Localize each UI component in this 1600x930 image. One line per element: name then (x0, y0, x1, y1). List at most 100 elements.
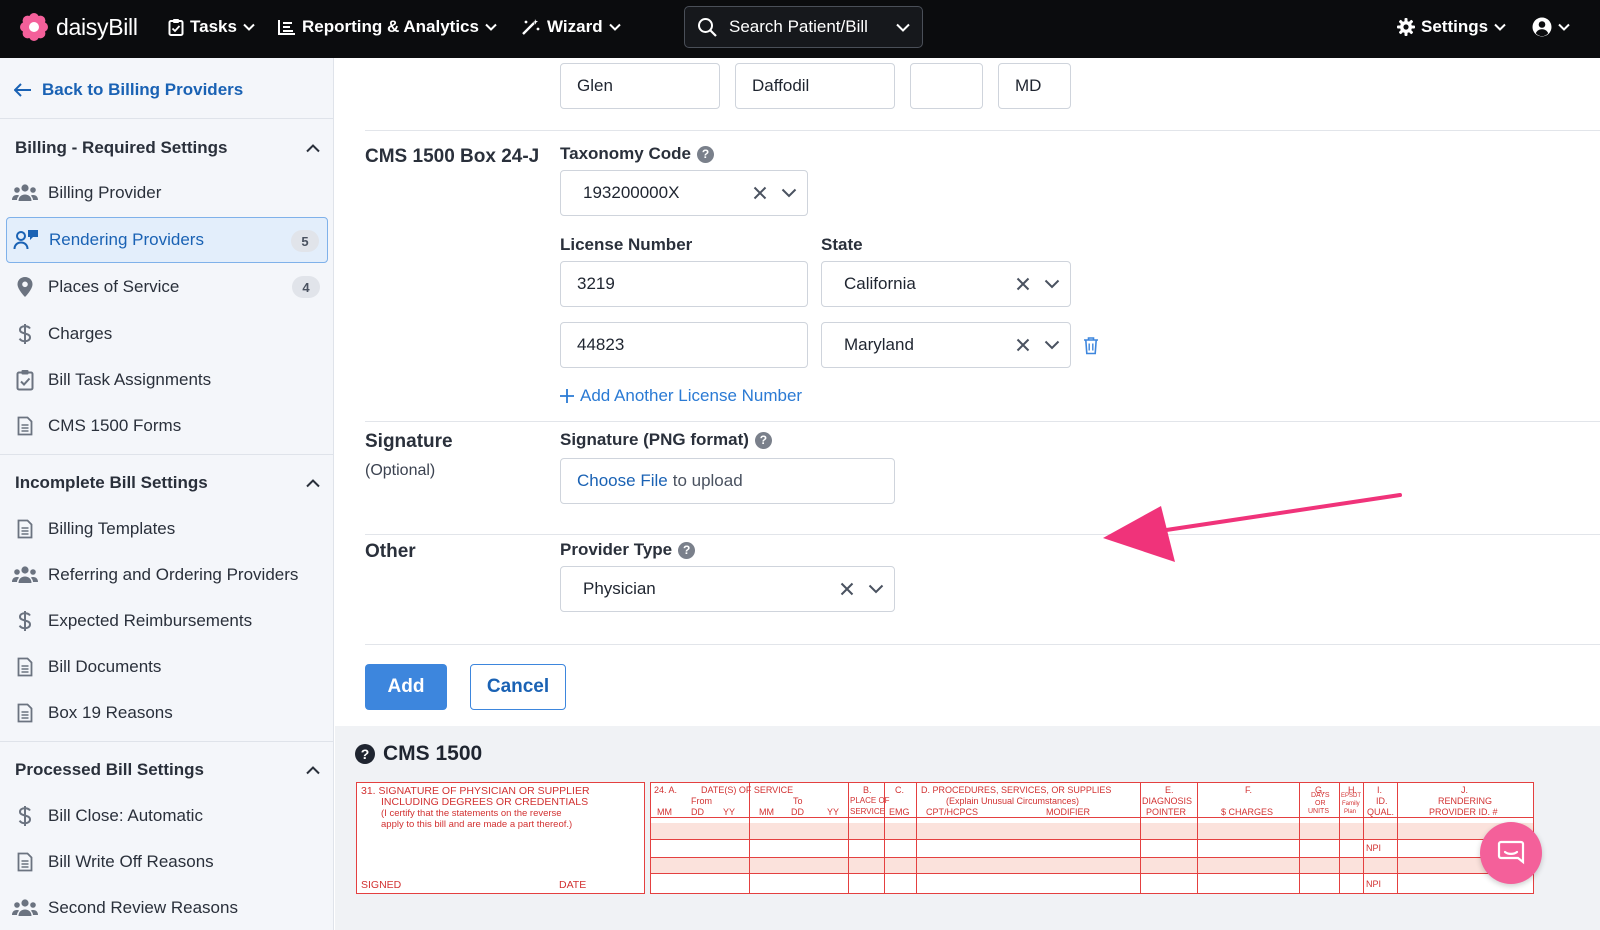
sidebar-item-bill-write-off-reasons[interactable]: Bill Write Off Reasons (6, 839, 328, 885)
chevron-down-icon[interactable] (1044, 340, 1060, 350)
arrow-left-icon (14, 83, 31, 97)
signature-file-upload[interactable]: Choose File to upload (560, 458, 895, 504)
nav-reporting-analytics[interactable]: Reporting & Analytics (278, 17, 497, 37)
search-patient-bill-dropdown[interactable]: Search Patient/Bill (684, 6, 923, 48)
last-name-field[interactable]: Daffodil (735, 63, 895, 109)
clear-icon[interactable] (840, 582, 854, 596)
grid-line (651, 839, 1533, 840)
grid-line (1363, 783, 1364, 893)
sidebar-item-bill-close-automatic[interactable]: Bill Close: Automatic (6, 793, 328, 839)
clear-icon[interactable] (753, 186, 767, 200)
help-icon[interactable]: ? (678, 541, 696, 559)
add-button[interactable]: Add (365, 664, 447, 710)
help-icon[interactable]: ? (355, 744, 375, 764)
search-icon (698, 18, 717, 37)
sidebar-item-expected-reimbursements[interactable]: Expected Reimbursements (6, 598, 328, 644)
sidebar-item-label: Rendering Providers (49, 230, 204, 249)
help-icon[interactable]: ? (696, 145, 714, 163)
add-another-license-link[interactable]: Add Another License Number (560, 386, 802, 406)
grid-line (651, 873, 1533, 874)
sidebar-item-bill-documents[interactable]: Bill Documents (6, 644, 328, 690)
sidebar-item-charges[interactable]: Charges (6, 311, 328, 357)
chevron-down-icon[interactable] (1044, 279, 1060, 289)
col-mm: MM (657, 807, 672, 817)
license-number-value: 44823 (577, 335, 625, 354)
grid-line (1339, 783, 1340, 893)
col-yy: YY (723, 807, 736, 817)
row-shade (651, 823, 1533, 839)
nav-tasks[interactable]: Tasks (168, 17, 255, 37)
sidebar-section-billing-required[interactable]: Billing - Required Settings (15, 138, 320, 158)
nav-wizard[interactable]: Wizard (521, 17, 621, 37)
license-number-field-1[interactable]: 3219 (560, 261, 808, 307)
sidebar-section-processed-bill[interactable]: Processed Bill Settings (15, 760, 320, 780)
first-name-field[interactable]: Glen (560, 63, 720, 109)
state-select-2[interactable]: Maryland (821, 322, 1071, 368)
col-epsdt: EPSDT (1341, 793, 1362, 799)
chevron-down-icon (243, 23, 255, 31)
cms-box-31-signature: 31. SIGNATURE OF PHYSICIAN OR SUPPLIER I… (356, 782, 645, 894)
clear-icon[interactable] (1016, 338, 1030, 352)
sidebar-item-box-19-reasons[interactable]: Box 19 Reasons (6, 690, 328, 736)
state-value: California (844, 274, 916, 293)
sidebar-item-billing-provider[interactable]: Billing Provider (6, 170, 328, 216)
add-license-label: Add Another License Number (580, 386, 803, 405)
grid-line (651, 857, 1533, 858)
sidebar-item-label: Bill Write Off Reasons (48, 852, 214, 871)
row-shade (651, 857, 1533, 873)
cancel-button[interactable]: Cancel (470, 664, 566, 710)
chat-launcher-button[interactable] (1480, 822, 1542, 884)
sidebar-item-cms-1500-forms[interactable]: CMS 1500 Forms (6, 403, 328, 449)
section-label-other: Other (365, 541, 416, 562)
sidebar-item-rendering-providers[interactable]: Rendering Providers 5 (6, 217, 328, 263)
grid-line (1397, 783, 1398, 893)
sidebar-item-label: Billing Templates (48, 519, 176, 538)
sidebar-item-billing-templates[interactable]: Billing Templates (6, 506, 328, 552)
col-e: E. (1165, 785, 1174, 795)
users-icon (12, 895, 38, 921)
dollar-icon (12, 803, 38, 829)
sidebar-item-places-of-service[interactable]: Places of Service 4 (6, 264, 328, 310)
chevron-down-icon[interactable] (781, 188, 797, 198)
suffix-field[interactable]: MD (998, 63, 1071, 109)
sidebar-section-incomplete-bill[interactable]: Incomplete Bill Settings (15, 473, 320, 493)
bar-chart-icon (278, 20, 295, 35)
document-icon (12, 700, 38, 726)
provider-type-select[interactable]: Physician (560, 566, 895, 612)
section-divider (365, 130, 1600, 131)
nav-user-account[interactable] (1532, 17, 1570, 37)
choose-file-link[interactable]: Choose File (577, 471, 668, 491)
box31-date: DATE (559, 879, 587, 891)
help-icon[interactable]: ? (754, 431, 772, 449)
clear-icon[interactable] (1016, 277, 1030, 291)
taxonomy-code-select[interactable]: 193200000X (560, 170, 808, 216)
box31-line3: (I certify that the statements on the re… (381, 808, 562, 819)
section-label-box-24j: CMS 1500 Box 24-J (365, 146, 540, 167)
middle-initial-field[interactable] (910, 63, 983, 109)
state-value: Maryland (844, 335, 914, 354)
dollar-icon (12, 608, 38, 634)
daisybill-logo[interactable]: daisyBill (20, 13, 138, 41)
nav-settings[interactable]: Settings (1397, 17, 1506, 37)
chevron-down-icon (608, 23, 621, 31)
grid-line (848, 783, 849, 893)
chevron-down-icon[interactable] (868, 584, 884, 594)
npi-label: NPI (1366, 879, 1382, 889)
sidebar-item-second-review-reasons[interactable]: Second Review Reasons (6, 885, 328, 930)
daisy-flower-icon (20, 13, 48, 41)
sidebar-item-referring-ordering-providers[interactable]: Referring and Ordering Providers (6, 552, 328, 598)
clipboard-icon (168, 19, 184, 36)
col-c: C. (895, 785, 904, 795)
back-to-billing-providers-link[interactable]: Back to Billing Providers (14, 80, 243, 100)
trash-icon[interactable] (1083, 336, 1099, 355)
col-d-sub: (Explain Unusual Circumstances) (946, 796, 1080, 806)
users-icon (12, 562, 38, 588)
sidebar-item-bill-task-assignments[interactable]: Bill Task Assignments (6, 357, 328, 403)
state-select-1[interactable]: California (821, 261, 1071, 307)
license-number-field-2[interactable]: 44823 (560, 322, 808, 368)
users-icon (12, 180, 38, 206)
nav-reporting-label: Reporting & Analytics (302, 17, 479, 36)
col-place-of: PLACE OF (850, 796, 890, 805)
col-modifier: MODIFIER (1046, 807, 1090, 817)
col-dd: DD (691, 807, 704, 817)
